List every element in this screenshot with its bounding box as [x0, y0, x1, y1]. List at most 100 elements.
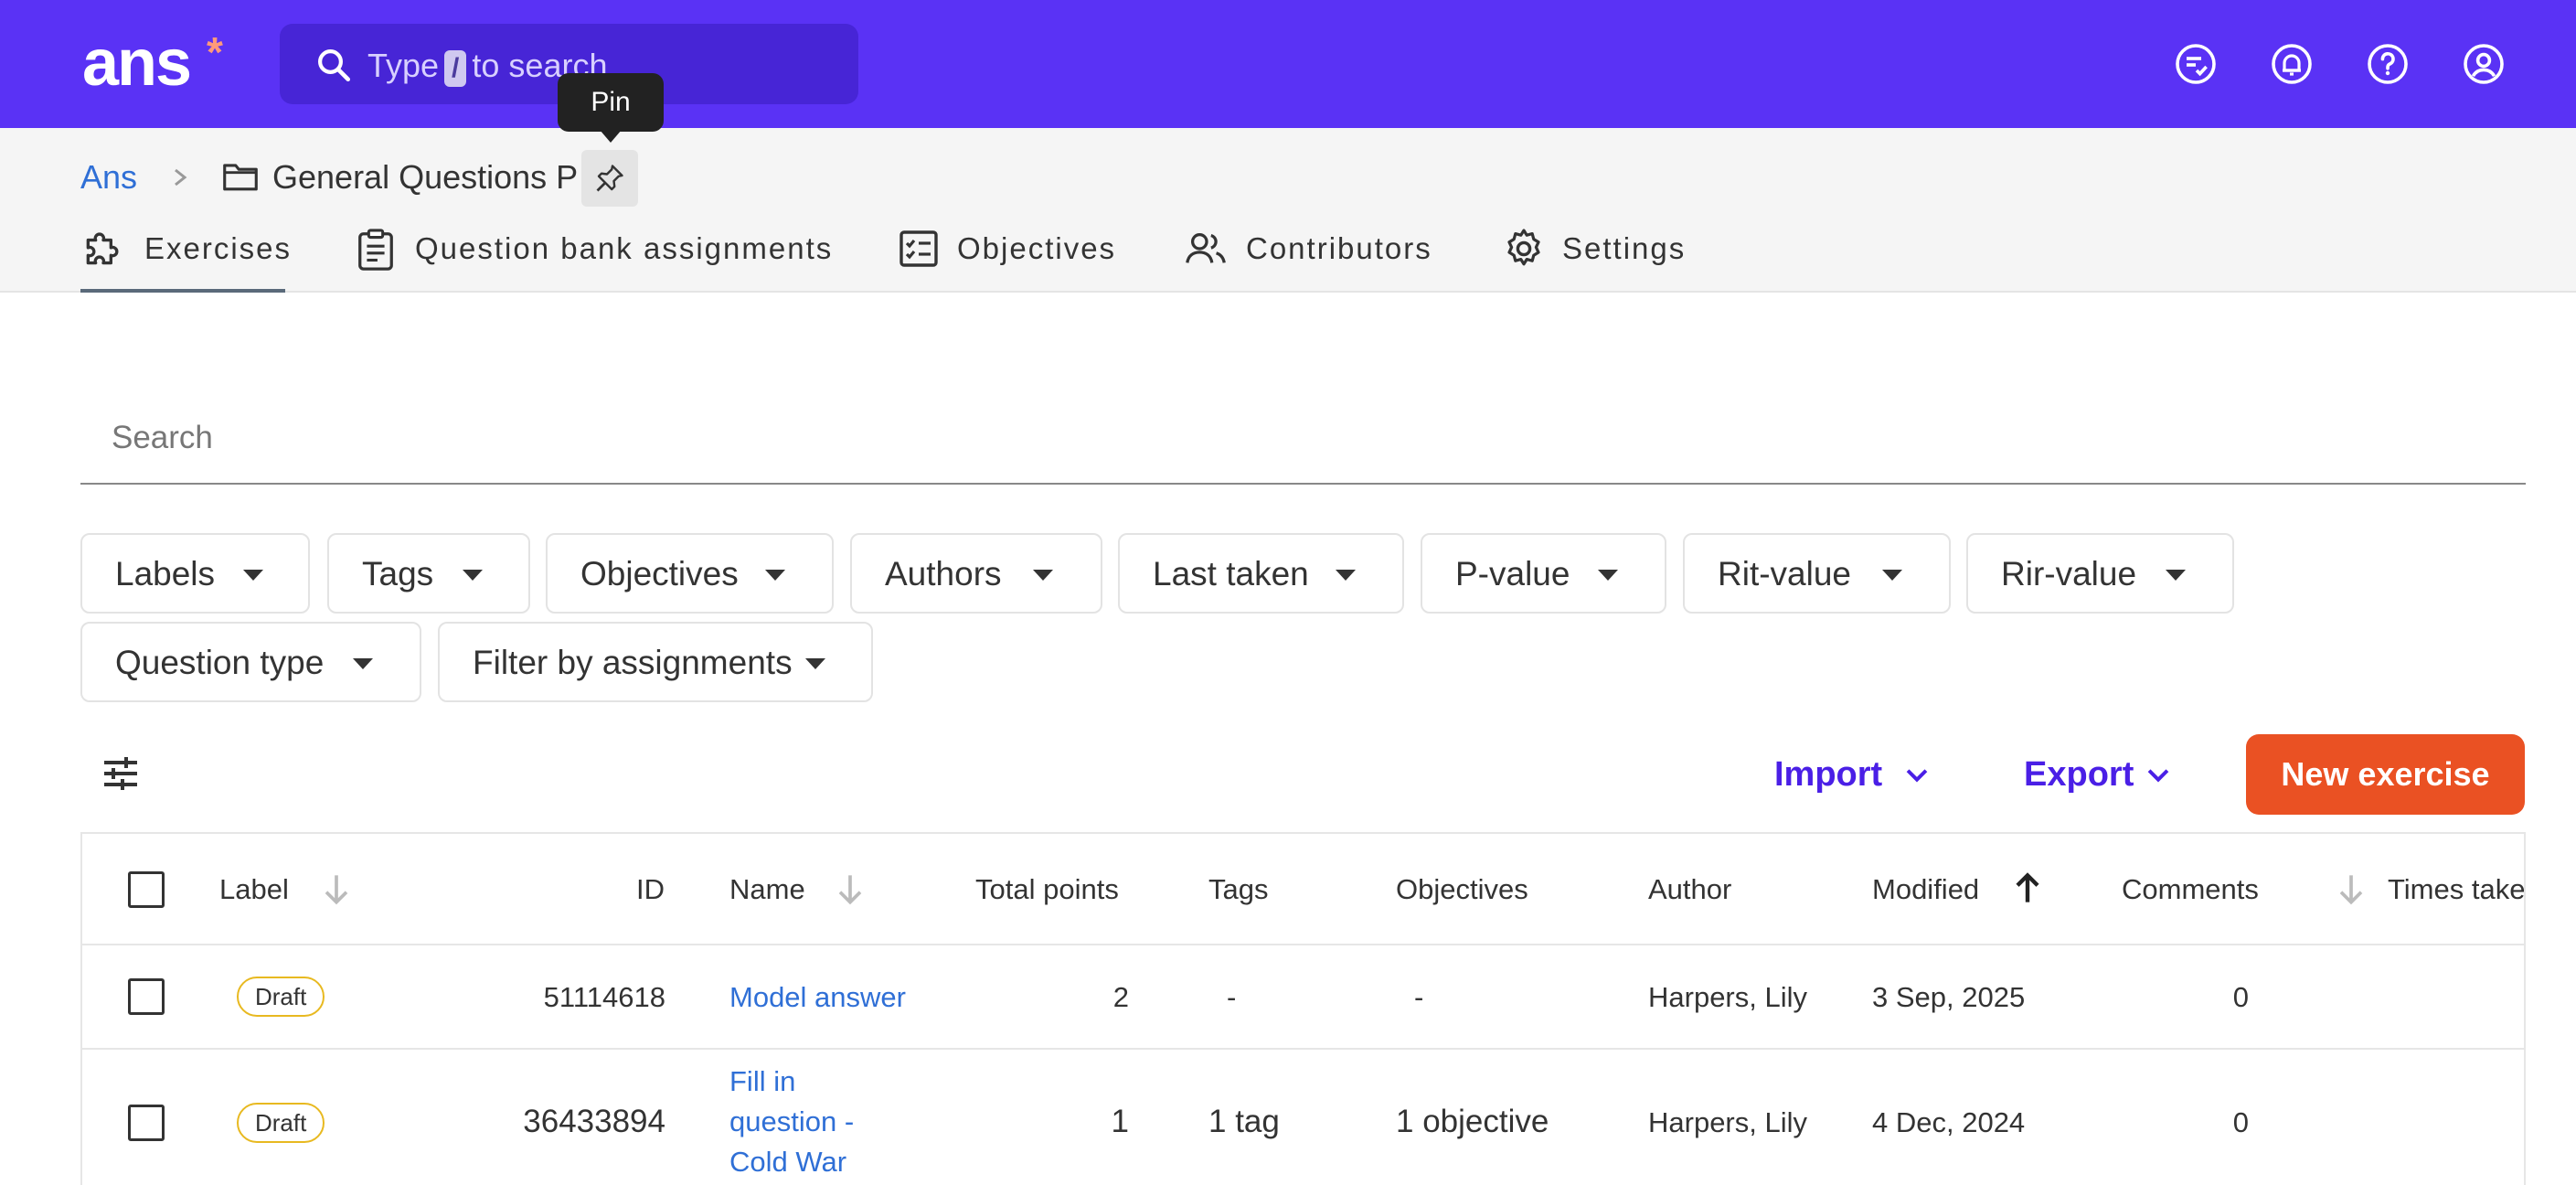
export-label: Export	[2024, 755, 2134, 794]
tab-question-bank-assignments-label: Question bank assignments	[415, 231, 834, 265]
filter-question-type-label: Question type	[115, 644, 325, 681]
filter-by-assignments-label: Filter by assignments	[473, 644, 793, 681]
status-badge: Draft	[237, 977, 325, 1017]
row-name-link[interactable]: Model answer	[729, 977, 906, 1018]
select-all-checkbox[interactable]	[128, 871, 165, 908]
sort-down-icon[interactable]	[2331, 869, 2371, 909]
exercise-search-input[interactable]	[112, 406, 2488, 470]
folder-icon	[223, 164, 258, 191]
filter-rit-value-label: Rit-value	[1718, 555, 1851, 592]
sort-down-icon[interactable]	[830, 869, 870, 909]
row-name-link-line-3[interactable]: Cold War	[729, 1142, 846, 1182]
sort-down-icon[interactable]	[316, 869, 357, 909]
chevron-down-icon[interactable]	[2143, 759, 2174, 790]
filter-by-assignments[interactable]: Filter by assignments	[438, 622, 873, 702]
new-exercise-button[interactable]: New exercise	[2246, 734, 2525, 815]
filter-objectives[interactable]: Objectives	[546, 533, 834, 614]
search-icon	[318, 49, 351, 82]
logo[interactable]: ans	[82, 24, 192, 102]
caret-down-icon	[1336, 570, 1356, 581]
column-header-id[interactable]: ID	[636, 870, 665, 910]
breadcrumb-home[interactable]: Ans	[80, 155, 137, 199]
column-header-comments[interactable]: Comments	[2122, 870, 2259, 910]
table-row[interactable]: Draft 36433894 Fill in question - Cold W…	[82, 1050, 2524, 1185]
caret-down-icon	[805, 658, 825, 669]
filter-authors-label: Authors	[885, 555, 1002, 592]
tab-objectives-label: Objectives	[957, 231, 1117, 265]
filter-last-taken[interactable]: Last taken	[1118, 533, 1404, 614]
row-id: 36433894	[523, 1104, 665, 1139]
pin-button[interactable]	[581, 150, 638, 207]
filter-labels[interactable]: Labels	[80, 533, 310, 614]
tab-exercises[interactable]: Exercises	[80, 223, 290, 293]
row-objectives[interactable]: 1 objective	[1396, 1102, 1549, 1142]
caret-down-icon	[353, 658, 373, 669]
caret-down-icon	[1882, 570, 1902, 581]
filter-rir-value[interactable]: Rir-value	[1966, 533, 2234, 614]
caret-down-icon	[765, 570, 785, 581]
export-button[interactable]: Export	[2024, 752, 2134, 797]
filter-tags[interactable]: Tags	[327, 533, 530, 614]
tab-contributors[interactable]: Contributors	[1184, 223, 1440, 293]
row-name-link-line-2[interactable]: question -	[729, 1102, 854, 1142]
tab-objectives[interactable]: Objectives	[897, 223, 1134, 293]
column-header-name[interactable]: Name	[729, 870, 805, 910]
caret-down-icon	[2166, 570, 2186, 581]
tab-exercises-label: Exercises	[144, 231, 293, 265]
search-shortcut-key: /	[444, 50, 467, 87]
exercise-search	[80, 393, 2526, 485]
column-header-total-points[interactable]: Total points	[975, 870, 1119, 910]
row-comments: 0	[2232, 1106, 2249, 1138]
import-label: Import	[1774, 755, 1883, 794]
row-objectives: -	[1414, 981, 1424, 1013]
row-tags[interactable]: 1 tag	[1208, 1102, 1280, 1142]
filter-rir-value-label: Rir-value	[2001, 555, 2137, 592]
row-modified: 3 Sep, 2025	[1872, 981, 2026, 1013]
row-author: Harpers, Lily	[1648, 1106, 1807, 1138]
caret-down-icon	[243, 570, 263, 581]
column-header-times-taken[interactable]: Times take	[2388, 870, 2524, 910]
tab-contributors-label: Contributors	[1246, 231, 1432, 265]
pin-icon	[596, 165, 623, 192]
filter-p-value[interactable]: P-value	[1421, 533, 1666, 614]
row-comments: 0	[2232, 981, 2249, 1013]
chevron-right-icon	[175, 168, 187, 187]
column-header-label[interactable]: Label	[219, 870, 289, 910]
column-header-tags[interactable]: Tags	[1208, 870, 1268, 910]
import-button[interactable]: Import	[1774, 752, 1882, 797]
column-header-modified[interactable]: Modified	[1872, 870, 1979, 910]
sort-up-icon[interactable]	[2007, 869, 2048, 909]
column-settings-icon[interactable]	[99, 752, 143, 795]
row-checkbox[interactable]	[128, 1105, 165, 1141]
gear-icon	[1507, 229, 1540, 266]
checklist-icon	[899, 230, 938, 267]
filter-authors[interactable]: Authors	[850, 533, 1102, 614]
tab-settings[interactable]: Settings	[1502, 223, 1694, 293]
tab-question-bank-assignments[interactable]: Question bank assignments	[355, 223, 834, 293]
sub-header: Ans General Questions P Exercises Questi…	[0, 128, 2576, 293]
filter-question-type[interactable]: Question type	[80, 622, 421, 702]
column-header-objectives[interactable]: Objectives	[1396, 870, 1528, 910]
column-header-author[interactable]: Author	[1648, 870, 1731, 910]
puzzle-icon	[86, 232, 119, 265]
table-row[interactable]: Draft 51114618 Model answer 2 - - Harper…	[82, 945, 2524, 1050]
tasks-check-icon[interactable]	[2174, 42, 2218, 86]
caret-down-icon	[1033, 570, 1053, 581]
row-name-link[interactable]: Fill in	[729, 1062, 795, 1102]
bell-icon[interactable]	[2270, 42, 2314, 86]
filter-rit-value[interactable]: Rit-value	[1683, 533, 1951, 614]
pin-tooltip-arrow	[600, 130, 622, 143]
user-icon[interactable]	[2462, 42, 2506, 86]
logo-star: *	[207, 28, 223, 76]
caret-down-icon	[1598, 570, 1618, 581]
search-hint-prefix: Type	[367, 47, 440, 84]
top-bar: ans * Type / to search	[0, 0, 2576, 128]
filter-p-value-label: P-value	[1455, 555, 1570, 592]
row-total-points: 1	[1111, 1104, 1129, 1139]
breadcrumb-current: General Questions P	[272, 158, 579, 196]
help-icon[interactable]	[2366, 42, 2410, 86]
tab-settings-label: Settings	[1562, 231, 1687, 265]
chevron-down-icon[interactable]	[1901, 759, 1932, 790]
filter-labels-label: Labels	[115, 555, 216, 592]
row-checkbox[interactable]	[128, 978, 165, 1015]
